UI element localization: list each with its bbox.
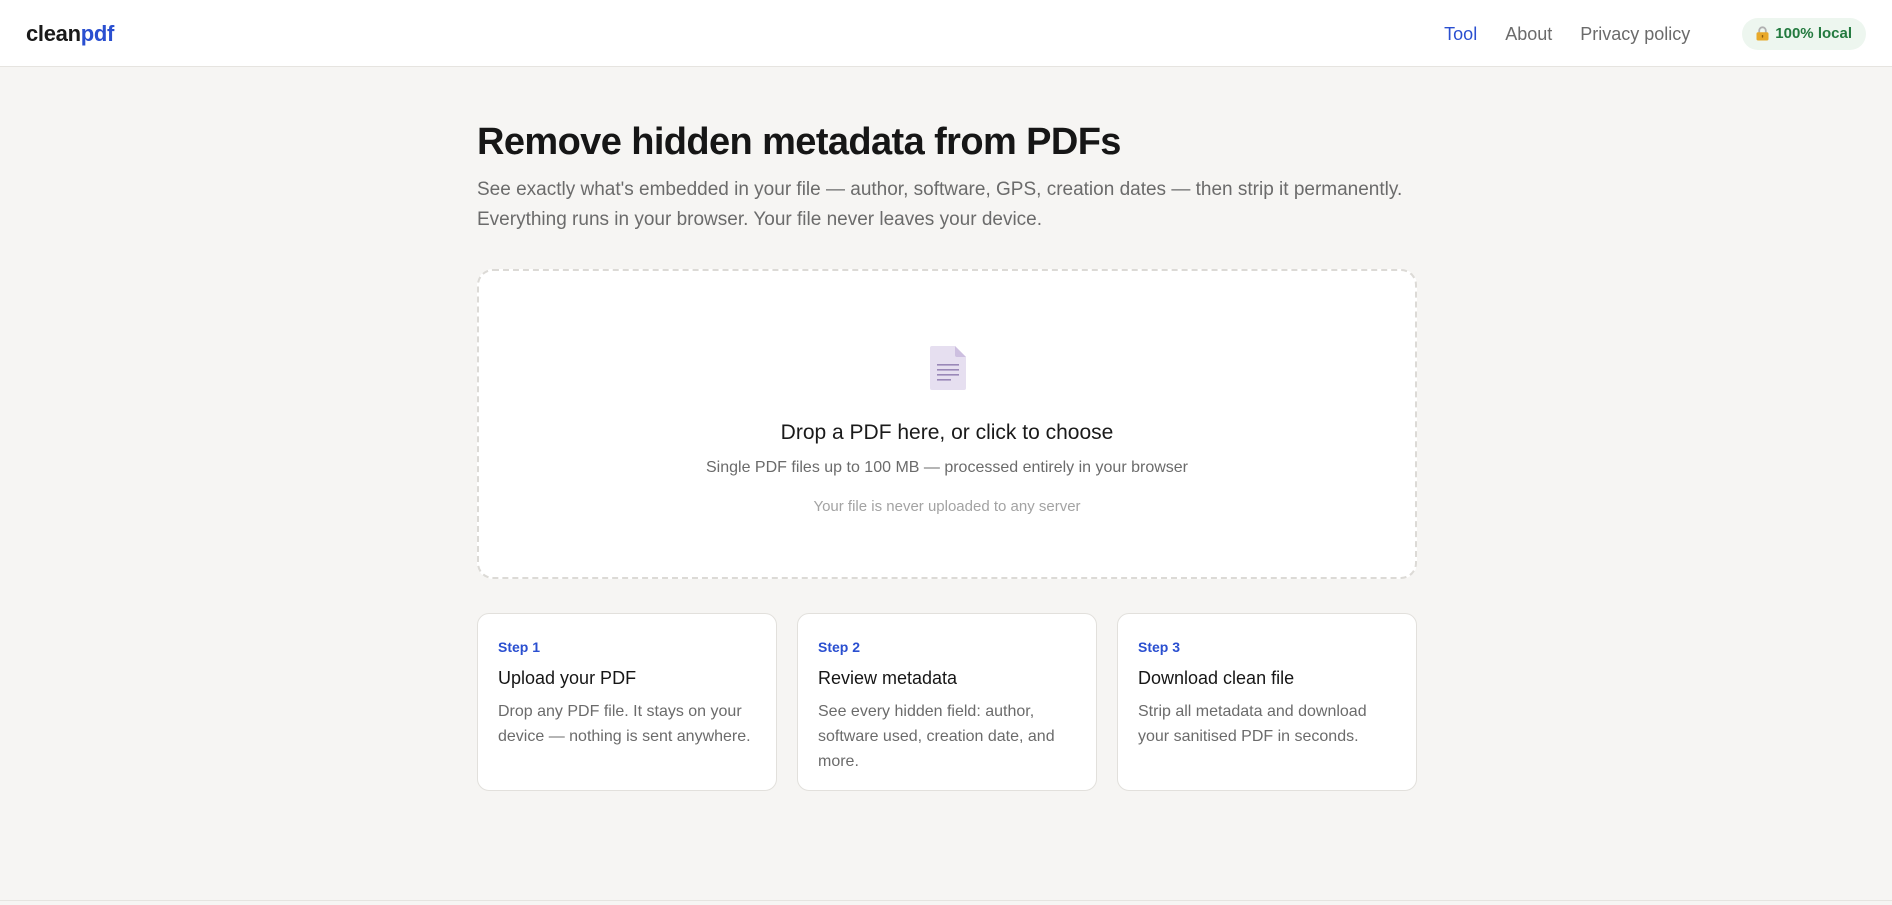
- steps-section: Step 1 Upload your PDF Drop any PDF file…: [477, 613, 1417, 791]
- step-card-review: Step 2 Review metadata See every hidden …: [797, 613, 1097, 791]
- logo[interactable]: cleanpdf: [26, 20, 114, 48]
- lock-icon: [1756, 26, 1769, 41]
- main-content: Remove hidden metadata from PDFs See exa…: [477, 119, 1417, 791]
- local-badge: 100% local: [1742, 17, 1866, 50]
- step-label: Step 2: [818, 639, 861, 655]
- dropzone-subtitle: Single PDF files up to 100 MB — processe…: [706, 459, 1188, 476]
- nav-link-privacy-policy[interactable]: Privacy policy: [1580, 22, 1690, 46]
- logo-text-accent: pdf: [80, 21, 115, 46]
- page-title: Remove hidden metadata from PDFs: [477, 121, 1121, 163]
- top-navigation-bar: cleanpdf Tool About Privacy policy 100% …: [0, 0, 1892, 67]
- local-badge-label: 100% local: [1775, 25, 1852, 42]
- pdf-dropzone[interactable]: Drop a PDF here, or click to choose Sing…: [477, 269, 1417, 579]
- step-title: Upload your PDF: [498, 668, 637, 688]
- step-card-upload: Step 1 Upload your PDF Drop any PDF file…: [477, 613, 777, 791]
- step-label: Step 3: [1138, 639, 1181, 655]
- nav-link-tool[interactable]: Tool: [1444, 22, 1477, 46]
- step-card-download: Step 3 Download clean file Strip all met…: [1117, 613, 1417, 791]
- step-title: Review metadata: [818, 668, 958, 688]
- logo-text-main: clean: [26, 21, 81, 46]
- dropzone-title: Drop a PDF here, or click to choose: [780, 421, 1114, 444]
- document-icon: [930, 346, 966, 390]
- dropzone-privacy-note: Your file is never uploaded to any serve…: [813, 498, 1081, 515]
- step-label: Step 1: [498, 639, 541, 655]
- nav-link-about[interactable]: About: [1505, 22, 1552, 46]
- step-title: Download clean file: [1138, 668, 1295, 688]
- main-nav: Tool About Privacy policy 100% local: [1416, 0, 1892, 67]
- step-description: Drop any PDF file. It stays on your devi…: [498, 703, 751, 745]
- footer-divider: [0, 900, 1892, 901]
- page-subtitle: See exactly what's embedded in your file…: [477, 179, 1403, 230]
- step-description: See every hidden field: author, software…: [818, 703, 1055, 770]
- step-description: Strip all metadata and download your san…: [1138, 703, 1367, 745]
